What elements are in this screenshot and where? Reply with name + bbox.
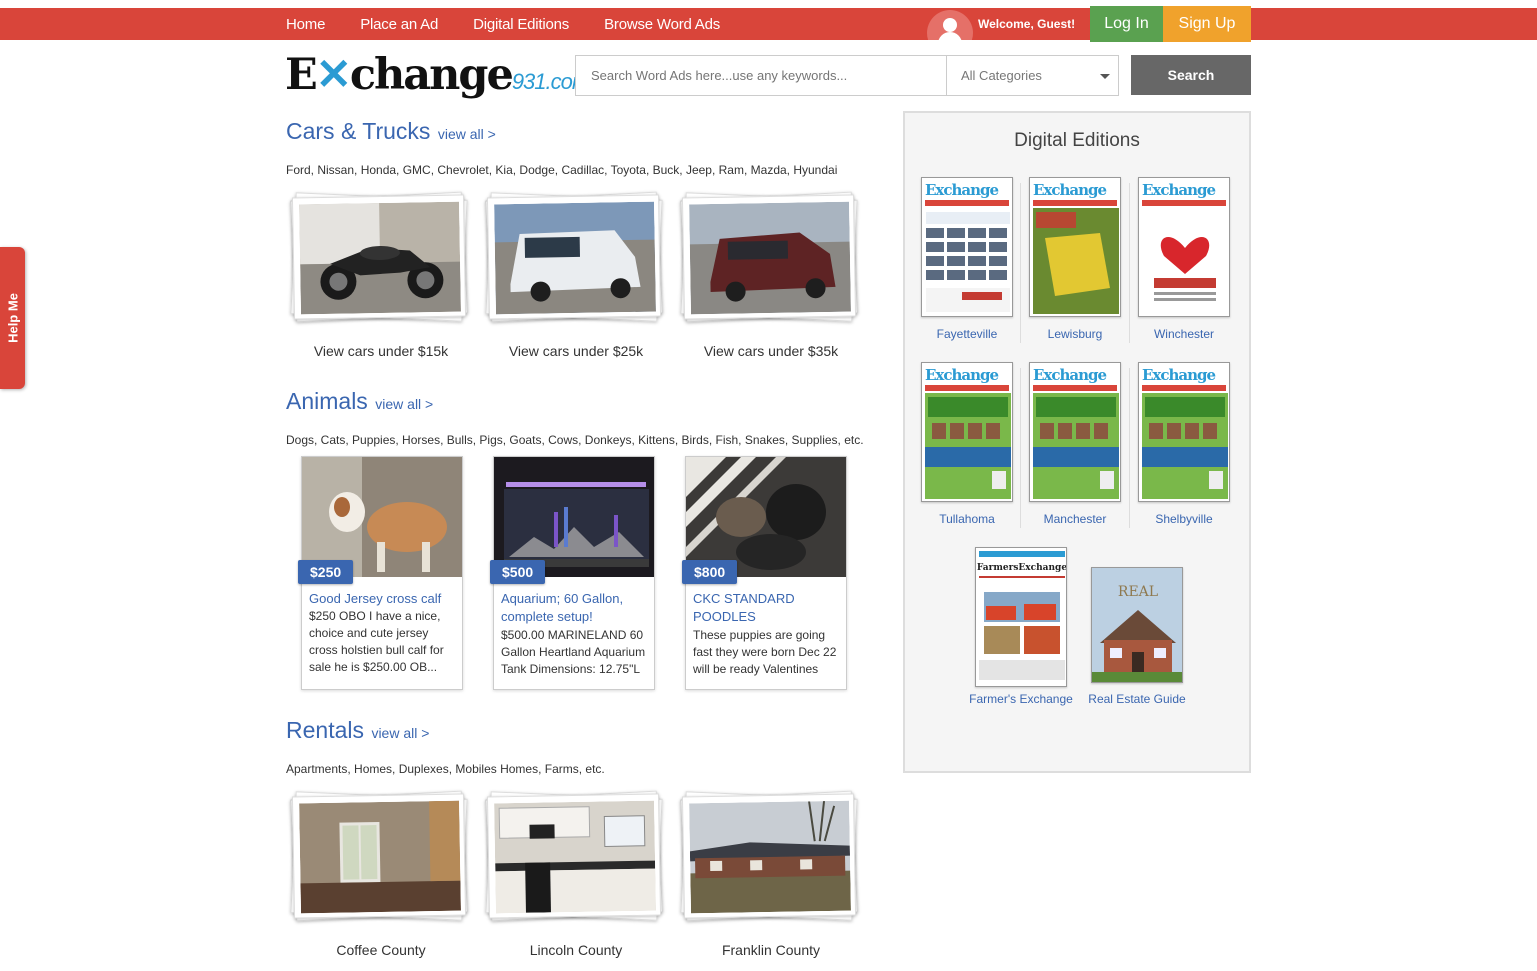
edition-cover-fayetteville[interactable]: Exchange (921, 177, 1013, 317)
edition-label[interactable]: Fayetteville (912, 327, 1022, 341)
nav-browse-word-ads[interactable]: Browse Word Ads (604, 16, 720, 33)
room-photo (299, 800, 461, 914)
nav-digital-editions[interactable]: Digital Editions (473, 16, 569, 33)
login-button[interactable]: Log In (1090, 6, 1163, 42)
help-me-label: Help Me (5, 293, 21, 343)
divider (1129, 368, 1130, 528)
rental-stack-lincoln[interactable] (484, 790, 664, 922)
price-badge: $250 (298, 560, 354, 584)
svg-text:REAL: REAL (1118, 584, 1158, 600)
motorcycle-photo (299, 201, 461, 315)
rental-caption-lincoln[interactable]: Lincoln County (490, 942, 662, 958)
rentals-view-all-link[interactable]: view all > (371, 725, 429, 741)
edition-cover-shelbyville[interactable]: Exchange (1138, 362, 1230, 502)
car-stack-15k[interactable] (289, 191, 469, 323)
edition-cover-real-estate-guide[interactable]: REAL (1091, 567, 1183, 683)
poodles-photo (686, 457, 846, 577)
edition-cover-lewisburg[interactable]: Exchange (1029, 177, 1121, 317)
edition-cover-farmers-exchange[interactable]: FarmersExchange (975, 547, 1067, 687)
welcome-text: Welcome, Guest! (978, 17, 1076, 31)
animal-description: $250 OBO I have a nice, choice and cute … (309, 609, 444, 674)
cars-view-all-link[interactable]: view all > (438, 126, 496, 142)
cars-description: Ford, Nissan, Honda, GMC, Chevrolet, Kia… (286, 163, 838, 177)
car-caption-25k[interactable]: View cars under $25k (490, 343, 662, 359)
divider (1129, 183, 1130, 343)
rentals-description: Apartments, Homes, Duplexes, Mobiles Hom… (286, 762, 605, 776)
car-caption-15k[interactable]: View cars under $15k (295, 343, 467, 359)
rentals-section-header: Rentals view all > (286, 717, 429, 744)
suv-photo (689, 201, 851, 315)
rentals-title[interactable]: Rentals (286, 717, 364, 743)
chevron-down-icon (1100, 74, 1110, 79)
divider (1020, 368, 1021, 528)
van-photo (494, 201, 656, 315)
top-nav: Home Place an Ad Digital Editions Browse… (286, 8, 755, 40)
top-nav-bar (0, 8, 1537, 40)
digital-editions-title: Digital Editions (1014, 130, 1140, 151)
search-input[interactable] (575, 55, 947, 96)
edition-label[interactable]: Tullahoma (912, 512, 1022, 526)
rental-caption-coffee[interactable]: Coffee County (295, 942, 467, 958)
animals-description: Dogs, Cats, Puppies, Horses, Bulls, Pigs… (286, 433, 864, 447)
edition-label[interactable]: Winchester (1129, 327, 1239, 341)
edition-label[interactable]: Farmer's Exchange (966, 692, 1076, 706)
edition-label[interactable]: Manchester (1020, 512, 1130, 526)
rental-caption-franklin[interactable]: Franklin County (685, 942, 857, 958)
cars-title[interactable]: Cars & Trucks (286, 118, 430, 144)
nav-home[interactable]: Home (286, 16, 325, 33)
calf-photo (302, 457, 462, 577)
help-me-tab[interactable]: Help Me (0, 247, 25, 389)
category-select-value: All Categories (961, 68, 1042, 83)
search-button[interactable]: Search (1131, 55, 1251, 95)
animal-card[interactable]: $250 Good Jersey cross calf $250 OBO I h… (298, 456, 463, 690)
edition-cover-tullahoma[interactable]: Exchange (921, 362, 1013, 502)
rental-stack-franklin[interactable] (679, 790, 859, 922)
edition-cover-winchester[interactable]: Exchange (1138, 177, 1230, 317)
car-stack-35k[interactable] (679, 191, 859, 323)
animal-title-link[interactable]: CKC STANDARD POODLES (693, 590, 843, 626)
house-photo (689, 800, 851, 914)
aquarium-photo (494, 457, 654, 577)
nav-place-an-ad[interactable]: Place an Ad (360, 16, 438, 33)
category-select[interactable]: All Categories (946, 55, 1119, 96)
divider (1020, 183, 1021, 343)
car-stack-25k[interactable] (484, 191, 664, 323)
animals-section-header: Animals view all > (286, 388, 433, 415)
edition-cover-manchester[interactable]: Exchange (1029, 362, 1121, 502)
animal-card[interactable]: $500 Aquarium; 60 Gallon, complete setup… (490, 456, 655, 690)
animal-description: These puppies are going fast they were b… (693, 628, 837, 676)
animal-title-link[interactable]: Good Jersey cross calf (309, 590, 459, 608)
digital-editions-panel: Digital Editions Exchange Fayetteville E… (903, 111, 1251, 773)
svg-text:FarmersExchange: FarmersExchange (977, 563, 1067, 573)
cars-section-header: Cars & Trucks view all > (286, 118, 496, 145)
signup-button[interactable]: Sign Up (1163, 6, 1251, 42)
edition-label[interactable]: Real Estate Guide (1082, 692, 1192, 706)
edition-label[interactable]: Lewisburg (1020, 327, 1130, 341)
animals-title[interactable]: Animals (286, 388, 368, 414)
car-caption-35k[interactable]: View cars under $35k (685, 343, 857, 359)
animals-view-all-link[interactable]: view all > (375, 396, 433, 412)
rental-stack-coffee[interactable] (289, 790, 469, 922)
kitchen-photo (494, 800, 656, 914)
animal-description: $500.00 MARINELAND 60 Gallon Heartland A… (501, 628, 646, 676)
edition-label[interactable]: Shelbyville (1129, 512, 1239, 526)
user-avatar-icon (927, 10, 973, 40)
animal-title-link[interactable]: Aquarium; 60 Gallon, complete setup! (501, 590, 651, 626)
site-logo[interactable]: E✕change931.com (285, 50, 590, 100)
price-badge: $800 (682, 560, 738, 584)
logo-x-icon: ✕ (315, 50, 352, 100)
price-badge: $500 (490, 560, 546, 584)
animal-card[interactable]: $800 CKC STANDARD POODLES These puppies … (682, 456, 847, 690)
